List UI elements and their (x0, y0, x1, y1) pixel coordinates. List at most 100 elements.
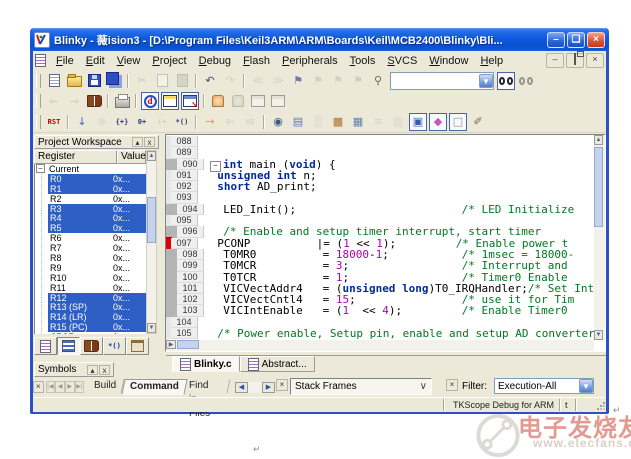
register-row[interactable]: R60x... (35, 233, 147, 243)
menu-window[interactable]: Window (423, 54, 474, 68)
register-row[interactable]: R13 (SP)0x... (35, 302, 147, 312)
project-workspace-titlebar[interactable]: Project Workspace ▴ x (34, 135, 159, 149)
pin-panel-button[interactable]: ▴ (132, 137, 143, 147)
scroll-down-button[interactable]: ▼ (147, 323, 156, 333)
workspace-templates-tab[interactable] (126, 337, 149, 355)
menu-tools[interactable]: Tools (344, 54, 382, 68)
menu-edit[interactable]: Edit (80, 54, 111, 68)
save-all-button[interactable] (105, 72, 123, 90)
toggle-bookmark-button[interactable]: ⚑ (289, 72, 307, 90)
target-options-button[interactable] (181, 92, 199, 110)
register-row[interactable]: R70x... (35, 243, 147, 253)
tab-scroll-next-button[interactable]: ▶ (65, 381, 75, 393)
scroll-down-button[interactable]: ▼ (594, 330, 603, 340)
stop-button[interactable]: ⊗ (93, 113, 111, 131)
line-number[interactable]: 096 (177, 226, 204, 237)
code-line[interactable]: 092 short AD_print; (166, 181, 594, 192)
register-row[interactable]: CPSR0x... (35, 332, 147, 334)
code-line[interactable]: 105 /* Power enable, Setup pin, enable a… (166, 328, 594, 339)
scroll-up-button[interactable]: ▲ (594, 135, 603, 145)
show-next-statement-button[interactable]: → (201, 113, 219, 131)
kill-breakpoints-button[interactable] (229, 92, 247, 110)
mdi-close-button[interactable]: × (586, 53, 604, 68)
column-register[interactable]: Register (34, 150, 117, 164)
new-file-button[interactable] (45, 72, 63, 90)
line-number[interactable]: 103 (177, 305, 204, 316)
output-tab-find-in-files[interactable]: Find in Files (185, 379, 231, 393)
print-button[interactable] (113, 92, 131, 110)
output-tab-command[interactable]: Command (122, 379, 188, 395)
save-button[interactable] (85, 72, 103, 90)
insert-breakpoint-button[interactable] (209, 92, 227, 110)
books-button[interactable] (85, 92, 103, 110)
scroll-thumb[interactable] (147, 197, 156, 243)
output-hscrollbar[interactable]: ◀ ▶ (235, 382, 275, 393)
line-number[interactable]: 095 (171, 215, 198, 226)
restore-views-button[interactable]: □ (449, 113, 467, 131)
code-line[interactable]: 094 LED_Init(); /* LED Initialize (166, 204, 594, 215)
paste-button[interactable] (173, 72, 191, 90)
step-into-button[interactable]: {+} (113, 113, 131, 131)
code-line[interactable]: 103 VICIntEnable = (1 << 4); /* Enable T… (166, 305, 594, 316)
trace-window-button[interactable]: 0≣ (241, 113, 259, 131)
next-bookmark-button[interactable]: ⚑ (309, 72, 327, 90)
menu-svcs[interactable]: SVCS (381, 54, 423, 68)
register-row[interactable]: R10x... (35, 184, 147, 194)
line-number[interactable]: 098 (177, 249, 204, 260)
register-row[interactable]: R110x... (35, 283, 147, 293)
menu-help[interactable]: Help (474, 54, 509, 68)
register-row[interactable]: R30x... (35, 204, 147, 214)
logic-analyzer-button[interactable]: ▨ (389, 113, 407, 131)
toolbox-button[interactable]: ◆ (429, 113, 447, 131)
scroll-right-button[interactable]: ▶ (166, 340, 176, 349)
tab-scroll-prev-button[interactable]: ◀ (55, 381, 65, 393)
menu-project[interactable]: Project (146, 54, 192, 68)
pin-panel-button[interactable]: ▴ (87, 365, 98, 375)
undo-button[interactable]: ↶ (201, 72, 219, 90)
menu-flash[interactable]: Flash (237, 54, 276, 68)
menu-debug[interactable]: Debug (193, 54, 237, 68)
register-row[interactable]: R120x... (35, 293, 147, 303)
code-coverage-button[interactable]: ▒ (309, 113, 327, 131)
register-row[interactable]: R15 (PC)0x... (35, 322, 147, 332)
close-panel-button[interactable]: x (144, 137, 155, 147)
toolbar-grip[interactable] (36, 94, 41, 108)
line-number[interactable]: 091 (171, 170, 198, 181)
mdi-restore-button[interactable] (566, 53, 584, 68)
cut-button[interactable]: ✂ (133, 72, 151, 90)
output-tab-build[interactable]: Build (87, 379, 125, 393)
menu-file[interactable]: File (50, 54, 80, 68)
title-bar[interactable]: Blinky - 薇ision3 - [D:\Program Files\Kei… (30, 28, 609, 51)
find-in-target-button[interactable]: ⚲ (369, 72, 387, 90)
memory-window-button[interactable]: ▦ (349, 113, 367, 131)
chevron-down-icon[interactable]: ∨ (420, 381, 427, 392)
step-over-button[interactable]: 0+ (133, 113, 151, 131)
workspace-files-tab[interactable] (34, 337, 57, 355)
search-combobox[interactable]: ▼ (390, 72, 494, 90)
debug-session-button[interactable]: d (141, 92, 159, 110)
symbols-titlebar[interactable]: Symbols ▴ x (34, 362, 114, 377)
workspace-books-tab[interactable] (80, 337, 103, 355)
system-viewer-button[interactable]: ▣ (409, 113, 427, 131)
register-row[interactable]: R00x... (35, 174, 147, 184)
stack-frames-panel[interactable]: Stack Frames ∨ (290, 378, 432, 395)
code-editor[interactable]: 088089090−int main (void) {091 unsigned … (165, 134, 606, 352)
copy-button[interactable] (153, 72, 171, 90)
workspace-registers-tab[interactable] (57, 337, 80, 355)
register-row[interactable]: R40x... (35, 213, 147, 223)
redo-button[interactable]: ↷ (221, 72, 239, 90)
line-number[interactable]: 101 (177, 283, 204, 294)
search-input[interactable] (391, 75, 479, 87)
indent-button[interactable]: ≫ (269, 72, 287, 90)
line-number[interactable]: 104 (171, 317, 198, 328)
register-group-row[interactable]: −Current (35, 164, 147, 174)
prev-bookmark-button[interactable]: ⚑ (329, 72, 347, 90)
toolbar-grip[interactable] (36, 74, 41, 88)
close-button[interactable]: × (587, 32, 605, 48)
serial-window-button[interactable]: ≡ (369, 113, 387, 131)
tab-scroll-last-button[interactable]: ▶| (75, 381, 85, 393)
code-line[interactable]: 088 (166, 136, 594, 147)
menu-view[interactable]: View (111, 54, 147, 68)
close-output-button[interactable]: × (33, 381, 44, 393)
editor-tab-blinkyc[interactable]: Blinky.c (172, 356, 240, 372)
